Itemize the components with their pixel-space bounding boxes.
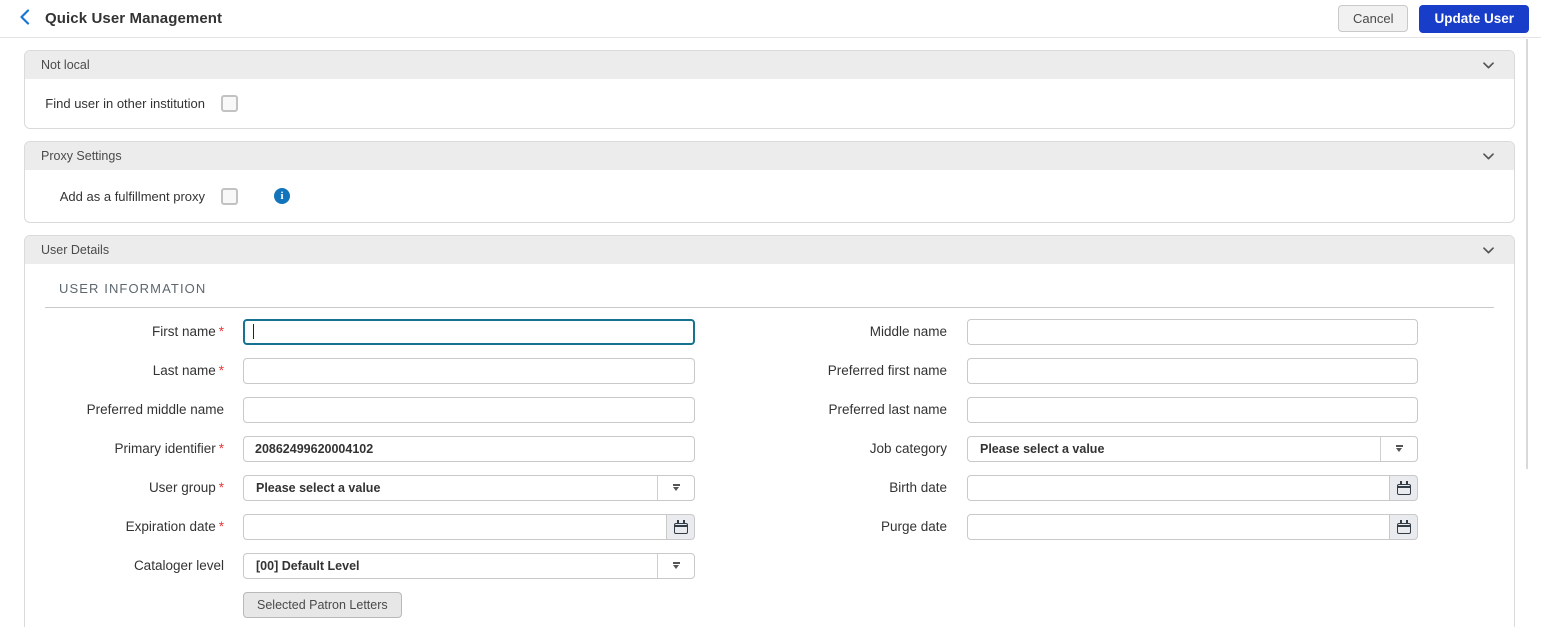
- preferred-middle-name-input[interactable]: [243, 396, 695, 423]
- section-proxy-settings: Proxy Settings Add as a fulfillment prox…: [24, 141, 1515, 223]
- section-title: Not local: [41, 58, 90, 72]
- find-user-checkbox[interactable]: [221, 95, 238, 112]
- purge-date-label: Purge date: [880, 519, 947, 534]
- preferred-first-name-input[interactable]: [967, 357, 1418, 384]
- user-information-heading: USER INFORMATION: [59, 281, 207, 296]
- last-name-input[interactable]: [243, 357, 695, 384]
- form-row: Last name * Preferred first name: [25, 351, 1514, 390]
- primary-identifier-input[interactable]: 20862499620004102: [243, 435, 695, 462]
- first-name-label: First name *: [151, 324, 224, 339]
- expiration-date-calendar-button[interactable]: [666, 513, 695, 540]
- chevron-down-icon[interactable]: [1483, 246, 1494, 254]
- section-user-details: User Details USER INFORMATION First name…: [24, 235, 1515, 627]
- find-user-label: Find user in other institution: [45, 96, 205, 111]
- required-marker: *: [218, 363, 224, 378]
- divider: [45, 307, 1494, 308]
- job-category-select[interactable]: Please select a value: [967, 435, 1418, 462]
- dropdown-caret-button[interactable]: [1380, 436, 1417, 461]
- section-header-user-details[interactable]: User Details: [25, 236, 1514, 264]
- primary-identifier-label: Primary identifier *: [114, 441, 224, 456]
- info-icon[interactable]: i: [274, 188, 290, 204]
- form-row: Preferred middle name Preferred last nam…: [25, 390, 1514, 429]
- last-name-label: Last name *: [152, 363, 224, 378]
- form-row: Expiration date * Purge date: [25, 507, 1514, 546]
- fulfillment-proxy-checkbox[interactable]: [221, 187, 238, 205]
- preferred-first-name-label: Preferred first name: [827, 363, 947, 378]
- scrollbar-thumb[interactable]: [1526, 39, 1528, 469]
- page-content: Not local Find user in other institution…: [0, 38, 1541, 627]
- user-information-form: First name * Middle name Last name * Pre…: [25, 312, 1514, 624]
- calendar-icon: [1396, 519, 1411, 534]
- fulfillment-proxy-label: Add as a fulfillment proxy: [59, 188, 205, 204]
- section-body: USER INFORMATION First name * Middle name: [25, 264, 1514, 627]
- preferred-middle-name-label: Preferred middle name: [86, 402, 224, 417]
- chevron-down-icon[interactable]: [1483, 152, 1494, 160]
- preferred-last-name-label: Preferred last name: [828, 402, 947, 417]
- top-bar: Quick User Management Cancel Update User: [0, 0, 1541, 38]
- form-row: User group * Please select a value Birth …: [25, 468, 1514, 507]
- section-body: Add as a fulfillment proxy i: [25, 170, 1514, 222]
- required-marker: *: [218, 519, 224, 534]
- caret-down-icon: [672, 484, 680, 491]
- update-user-button[interactable]: Update User: [1419, 4, 1529, 33]
- chevron-left-icon: [19, 9, 30, 28]
- cataloger-level-label: Cataloger level: [133, 558, 224, 573]
- form-row: Selected Patron Letters: [25, 585, 1514, 624]
- purge-date-calendar-button[interactable]: [1389, 513, 1418, 540]
- user-group-select[interactable]: Please select a value: [243, 474, 695, 501]
- form-row: Primary identifier * 20862499620004102 Jo…: [25, 429, 1514, 468]
- chevron-down-icon[interactable]: [1483, 61, 1494, 69]
- text-cursor: [253, 324, 254, 339]
- first-name-input[interactable]: [243, 318, 695, 345]
- birth-date-label: Birth date: [889, 480, 947, 495]
- middle-name-input[interactable]: [967, 318, 1418, 345]
- required-marker: *: [218, 480, 224, 495]
- caret-down-icon: [1395, 445, 1403, 452]
- cataloger-level-select[interactable]: [00] Default Level: [243, 552, 695, 579]
- middle-name-label: Middle name: [869, 324, 947, 339]
- section-title: User Details: [41, 243, 110, 257]
- required-marker: *: [218, 324, 224, 339]
- calendar-icon: [673, 519, 688, 534]
- expiration-date-input[interactable]: [243, 513, 667, 540]
- expiration-date-label: Expiration date *: [125, 519, 224, 534]
- section-body: Find user in other institution: [25, 79, 1514, 128]
- caret-down-icon: [672, 562, 680, 569]
- dropdown-caret-button[interactable]: [657, 475, 694, 500]
- calendar-icon: [1396, 480, 1411, 495]
- form-row: First name * Middle name: [25, 312, 1514, 351]
- user-group-label: User group *: [148, 480, 224, 495]
- form-row: Cataloger level [00] Default Level: [25, 546, 1514, 585]
- dropdown-caret-button[interactable]: [657, 553, 694, 578]
- selected-patron-letters-button[interactable]: Selected Patron Letters: [243, 591, 402, 618]
- required-marker: *: [218, 441, 224, 456]
- section-header-proxy-settings[interactable]: Proxy Settings: [25, 142, 1514, 170]
- birth-date-calendar-button[interactable]: [1389, 474, 1418, 501]
- cancel-button[interactable]: Cancel: [1338, 5, 1409, 32]
- page-title: Quick User Management: [45, 10, 223, 27]
- section-header-not-local[interactable]: Not local: [25, 51, 1514, 79]
- birth-date-input[interactable]: [967, 474, 1390, 501]
- purge-date-input[interactable]: [967, 513, 1390, 540]
- preferred-last-name-input[interactable]: [967, 396, 1418, 423]
- back-button[interactable]: [12, 7, 36, 31]
- job-category-label: Job category: [869, 441, 947, 456]
- section-not-local: Not local Find user in other institution: [24, 50, 1515, 129]
- section-title: Proxy Settings: [41, 149, 122, 163]
